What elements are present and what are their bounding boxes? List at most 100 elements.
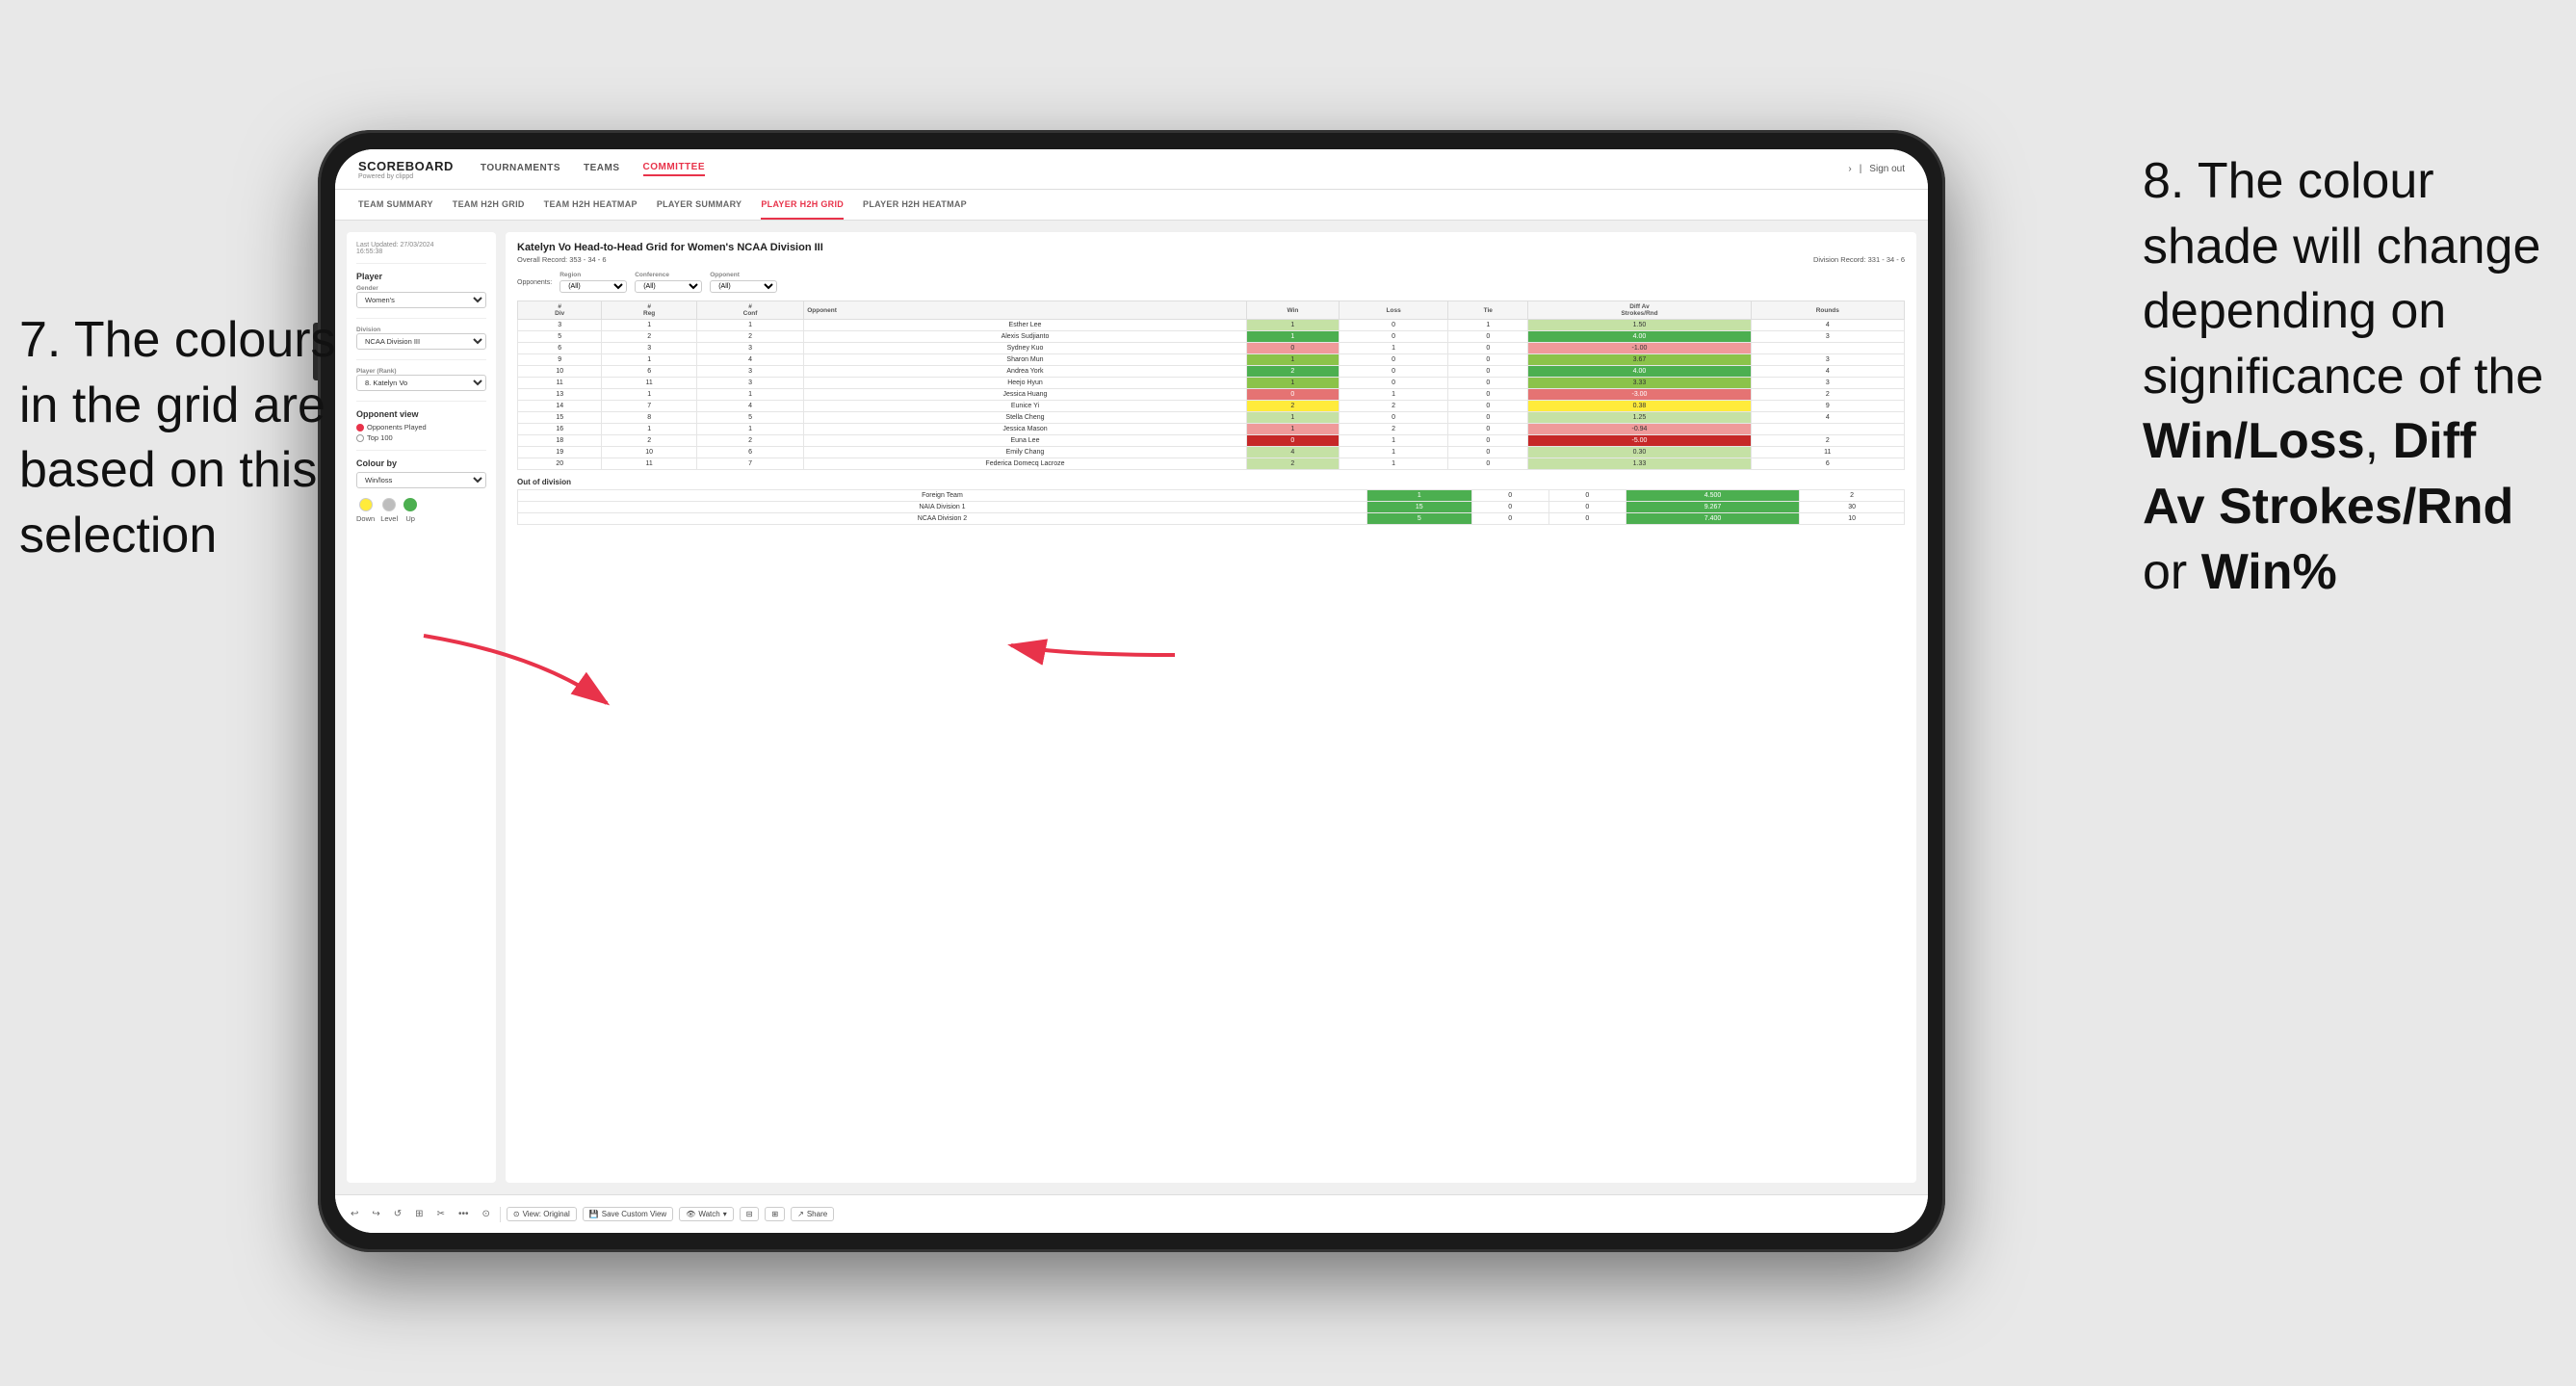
grid-btn[interactable]: ⊞ xyxy=(411,1207,427,1221)
cell-tie: 0 xyxy=(1448,412,1528,424)
col-opponent: Opponent xyxy=(804,301,1247,320)
nav-items: TOURNAMENTS TEAMS COMMITTEE xyxy=(481,162,705,176)
cell-rounds: 4 xyxy=(1751,366,1904,378)
cell-rounds: 4 xyxy=(1751,320,1904,331)
refresh-btn[interactable]: ↺ xyxy=(390,1207,405,1221)
expand-btn[interactable]: ⊞ xyxy=(765,1207,785,1221)
table-row: 19 10 6 Emily Chang 4 1 0 0.30 11 xyxy=(518,447,1905,458)
save-custom-view-btn[interactable]: 💾 Save Custom View xyxy=(583,1207,673,1221)
ood-table-row: NCAA Division 2 5 0 0 7.400 10 xyxy=(518,513,1905,525)
cell-div: 20 xyxy=(518,458,602,470)
cell-loss: 0 xyxy=(1340,320,1448,331)
cell-tie: 0 xyxy=(1448,401,1528,412)
cell-diff: -3.00 xyxy=(1528,389,1751,401)
cell-rounds: 2 xyxy=(1751,435,1904,447)
cell-reg: 1 xyxy=(602,320,696,331)
subnav-player-summary[interactable]: PLAYER SUMMARY xyxy=(657,190,742,220)
layout-btn[interactable]: ⊟ xyxy=(740,1207,760,1221)
col-rounds: Rounds xyxy=(1751,301,1904,320)
cell-reg: 11 xyxy=(602,378,696,389)
cell-opponent: Sharon Mun xyxy=(804,354,1247,366)
out-of-division-header: Out of division xyxy=(517,478,1905,486)
cell-conf: 2 xyxy=(696,331,803,343)
cell-conf: 1 xyxy=(696,389,803,401)
region-filter: Region (All) xyxy=(559,272,627,293)
cell-tie: 0 xyxy=(1448,343,1528,354)
cell-loss: 0 xyxy=(1340,354,1448,366)
cell-loss: 1 xyxy=(1340,343,1448,354)
cell-opponent: Andrea York xyxy=(804,366,1247,378)
cell-win: 4 xyxy=(1246,447,1339,458)
grid-title: Katelyn Vo Head-to-Head Grid for Women's… xyxy=(517,242,1905,253)
cell-win: 2 xyxy=(1246,401,1339,412)
watch-icon: 👁 xyxy=(686,1210,695,1218)
gender-select[interactable]: Women's xyxy=(356,292,486,308)
cell-div: 9 xyxy=(518,354,602,366)
player-section-title: Player xyxy=(356,272,486,281)
more-btn[interactable]: ••• xyxy=(455,1207,473,1221)
annotation-left: 7. The colours in the grid are based on … xyxy=(19,308,385,568)
table-row: 13 1 1 Jessica Huang 0 1 0 -3.00 2 xyxy=(518,389,1905,401)
watch-btn[interactable]: 👁 Watch ▾ xyxy=(679,1207,734,1221)
col-loss: Loss xyxy=(1340,301,1448,320)
view-original-btn[interactable]: ⊙ View: Original xyxy=(507,1207,577,1221)
cell-reg: 11 xyxy=(602,458,696,470)
cell-reg: 2 xyxy=(602,331,696,343)
table-row: 11 11 3 Heejo Hyun 1 0 0 3.33 3 xyxy=(518,378,1905,389)
subnav-player-h2h-heatmap[interactable]: PLAYER H2H HEATMAP xyxy=(863,190,967,220)
subnav-team-summary[interactable]: TEAM SUMMARY xyxy=(358,190,433,220)
cell-tie: 0 xyxy=(1448,447,1528,458)
redo-btn[interactable]: ↪ xyxy=(368,1207,383,1221)
cell-diff: -1.00 xyxy=(1528,343,1751,354)
undo-btn[interactable]: ↩ xyxy=(347,1207,362,1221)
cell-div: 16 xyxy=(518,424,602,435)
cell-reg: 8 xyxy=(602,412,696,424)
cell-tie: 0 xyxy=(1448,389,1528,401)
subnav-player-h2h-grid[interactable]: PLAYER H2H GRID xyxy=(761,190,844,220)
cell-rounds: 9 xyxy=(1751,401,1904,412)
cell-win: 1 xyxy=(1246,320,1339,331)
nav-tournaments[interactable]: TOURNAMENTS xyxy=(481,163,560,175)
cell-div: 14 xyxy=(518,401,602,412)
nav-teams[interactable]: TEAMS xyxy=(584,163,620,175)
ood-cell-win: 15 xyxy=(1366,502,1471,513)
cell-tie: 0 xyxy=(1448,331,1528,343)
legend-up-dot xyxy=(403,498,417,511)
sign-out-link[interactable]: Sign out xyxy=(1869,164,1905,174)
nav-committee[interactable]: COMMITTEE xyxy=(643,162,706,176)
cell-rounds: 3 xyxy=(1751,354,1904,366)
cell-conf: 3 xyxy=(696,366,803,378)
table-row: 10 6 3 Andrea York 2 0 0 4.00 4 xyxy=(518,366,1905,378)
filter-row: Opponents: Region (All) Conference (All)… xyxy=(517,272,1905,293)
right-panel: Katelyn Vo Head-to-Head Grid for Women's… xyxy=(506,232,1916,1183)
table-row: 20 11 7 Federica Domecq Lacroze 2 1 0 1.… xyxy=(518,458,1905,470)
opponent-select[interactable]: (All) xyxy=(710,280,777,293)
ood-cell-name: NCAA Division 2 xyxy=(518,513,1367,525)
ood-cell-loss: 0 xyxy=(1471,513,1548,525)
cell-div: 19 xyxy=(518,447,602,458)
ood-cell-tie: 0 xyxy=(1548,513,1626,525)
subnav-team-h2h-grid[interactable]: TEAM H2H GRID xyxy=(453,190,525,220)
annotation-right: 8. The colour shade will change dependin… xyxy=(2143,149,2547,605)
cell-win: 0 xyxy=(1246,389,1339,401)
toolbar-divider-1 xyxy=(500,1207,501,1222)
cell-reg: 10 xyxy=(602,447,696,458)
cell-conf: 4 xyxy=(696,401,803,412)
cell-reg: 3 xyxy=(602,343,696,354)
cell-loss: 2 xyxy=(1340,424,1448,435)
timer-btn[interactable]: ⊙ xyxy=(478,1207,493,1221)
cell-rounds xyxy=(1751,343,1904,354)
crop-btn[interactable]: ✂ xyxy=(433,1207,449,1221)
cell-opponent: Euna Lee xyxy=(804,435,1247,447)
cell-diff: 4.00 xyxy=(1528,366,1751,378)
cell-div: 13 xyxy=(518,389,602,401)
ood-cell-diff: 7.400 xyxy=(1626,513,1799,525)
conference-select[interactable]: (All) xyxy=(635,280,702,293)
table-row: 9 1 4 Sharon Mun 1 0 0 3.67 3 xyxy=(518,354,1905,366)
ood-cell-rounds: 2 xyxy=(1800,490,1905,502)
share-btn[interactable]: ↗ Share xyxy=(791,1207,834,1221)
cell-opponent: Federica Domecq Lacroze xyxy=(804,458,1247,470)
region-select[interactable]: (All) xyxy=(559,280,627,293)
subnav-team-h2h-heatmap[interactable]: TEAM H2H HEATMAP xyxy=(544,190,637,220)
ood-table: Foreign Team 1 0 0 4.500 2 NAIA Division… xyxy=(517,489,1905,525)
